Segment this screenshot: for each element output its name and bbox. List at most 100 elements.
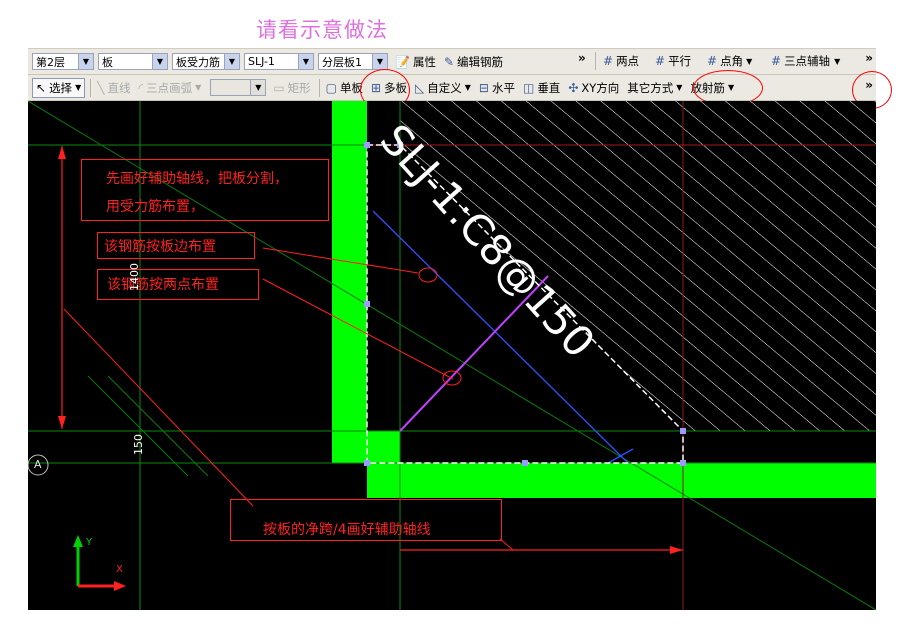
chevron-down-icon[interactable]: ▼ <box>676 83 682 92</box>
line-button[interactable]: ╲ 直线 <box>94 78 133 98</box>
note-line: 用受力筋布置， <box>106 199 204 215</box>
arc-icon: ◜ <box>138 80 144 95</box>
three-point-axis-button[interactable]: # 三点辅轴 ▼ <box>768 51 843 71</box>
line-icon: ╲ <box>97 80 105 95</box>
rebar-name-select-value: SLJ-1 <box>248 55 275 68</box>
caption-title: 请看示意做法 <box>256 18 388 42</box>
toolbar-divider <box>318 78 320 97</box>
custom-label: 自定义 <box>427 80 462 95</box>
edit-rebar-label: 编辑钢筋 <box>457 54 504 69</box>
single-slab-button[interactable]: ▢ 单板 <box>323 78 366 98</box>
single-slab-label: 单板 <box>339 80 363 95</box>
arc-button[interactable]: ◜ 三点画弧 ▼ <box>135 78 204 98</box>
chevron-down-icon[interactable]: ▼ <box>465 83 471 92</box>
vertical-label: 垂直 <box>537 80 561 95</box>
grip-handle[interactable] <box>364 301 370 307</box>
chevron-down-icon[interactable]: ▼ <box>224 54 239 69</box>
chevron-down-icon[interactable]: ▼ <box>372 54 387 69</box>
xy-direction-icon: ✣ <box>568 80 579 95</box>
rebar-name-select[interactable]: SLJ-1 ▼ <box>244 53 314 70</box>
parallel-icon: # <box>655 54 666 68</box>
overflow-button[interactable]: » <box>578 51 586 65</box>
point-angle-button[interactable]: # 点角 ▼ <box>704 51 755 71</box>
layer-select[interactable]: 分层板1 ▼ <box>318 53 388 70</box>
draw-mode-select[interactable]: ▼ <box>210 79 267 96</box>
chevron-down-icon[interactable]: ▼ <box>152 54 167 69</box>
dimension-text-150: 150 <box>132 434 145 455</box>
grid-diagonal <box>107 375 209 477</box>
rebar-type-select[interactable]: 板受力筋 ▼ <box>172 53 240 70</box>
component-select-value: 板 <box>102 55 113 69</box>
floor-select[interactable]: 第2层 ▼ <box>32 53 94 70</box>
horizontal-label: 水平 <box>491 80 515 95</box>
horizontal-button[interactable]: ⊟ 水平 <box>476 78 518 98</box>
arrow-up-icon <box>73 535 83 547</box>
parallel-button[interactable]: # 平行 <box>652 51 694 71</box>
note-text: 按板的净跨/4画好辅助轴线 <box>263 522 431 538</box>
dimension-text-1400: 1400 <box>128 263 141 291</box>
floor-select-value: 第2层 <box>36 55 65 69</box>
chevron-down-icon[interactable]: ▼ <box>78 54 93 69</box>
two-points-label: 两点 <box>616 54 640 68</box>
multi-slab-label: 多板 <box>384 80 408 95</box>
xy-direction-button[interactable]: ✣ XY方向 <box>565 78 622 98</box>
layer-select-value: 分层板1 <box>322 55 362 69</box>
toolbar-drawing: ↖ 选择 ▼ ╲ 直线 ◜ 三点画弧 ▼ ▼ ▭ 矩形 ▢ 单板 ⊞ 多板 ◺ … <box>28 75 876 101</box>
radial-button[interactable]: 放射筋 ▼ <box>687 78 737 98</box>
note-net-span: 按板的净跨/4画好辅助轴线 <box>230 499 502 541</box>
point-angle-label: 点角 <box>720 54 744 68</box>
three-point-axis-label: 三点辅轴 <box>784 54 831 68</box>
horizontal-icon: ⊟ <box>478 80 489 95</box>
attribute-button[interactable]: 📝 属性 <box>392 52 439 72</box>
select-label: 选择 <box>49 80 73 95</box>
grip-handle[interactable] <box>364 142 370 148</box>
chevron-down-icon[interactable]: ▼ <box>834 57 840 66</box>
axis-label-a: A <box>34 458 42 471</box>
overflow-button[interactable]: » <box>865 51 873 65</box>
chevron-down-icon[interactable]: ▼ <box>195 83 201 92</box>
multi-slab-icon: ⊞ <box>370 80 382 95</box>
toolbar-divider <box>595 52 596 70</box>
slab-inner-horizontal <box>400 431 876 463</box>
rebar-type-select-value: 板受力筋 <box>176 55 220 69</box>
overflow-button[interactable]: » <box>865 78 873 92</box>
vertical-button[interactable]: ◫ 垂直 <box>520 78 563 98</box>
chevron-down-icon[interactable]: ▼ <box>298 54 313 69</box>
toolbar-properties: 第2层 ▼ 板 ▼ 板受力筋 ▼ SLJ-1 ▼ 分层板1 ▼ 📝 属性 ✎ 编… <box>28 48 876 75</box>
multi-slab-button[interactable]: ⊞ 多板 <box>368 78 410 98</box>
rect-icon: ▭ <box>273 80 285 95</box>
chevron-down-icon[interactable]: ▼ <box>250 80 266 95</box>
arrow-up-icon <box>58 146 66 159</box>
note-two-points: 该钢筋按两点布置 <box>97 269 259 300</box>
ucs-y-label: Y <box>86 537 93 548</box>
other-way-label: 其它方式 <box>627 80 674 95</box>
toolbar-divider <box>90 78 92 97</box>
custom-button[interactable]: ◺ 自定义 ▼ <box>412 78 474 98</box>
arrow-down-icon <box>58 416 66 429</box>
vertical-icon: ◫ <box>522 80 535 95</box>
rect-button[interactable]: ▭ 矩形 <box>270 78 313 98</box>
component-select[interactable]: 板 ▼ <box>98 53 168 70</box>
attribute-label: 属性 <box>412 54 436 69</box>
grip-handle[interactable] <box>680 428 686 434</box>
two-points-button[interactable]: # 两点 <box>600 51 642 71</box>
single-slab-icon: ▢ <box>325 80 337 95</box>
chevron-down-icon[interactable]: ▼ <box>75 83 81 92</box>
arrow-right-icon <box>670 546 683 554</box>
chevron-down-icon[interactable]: ▼ <box>728 83 734 92</box>
xy-direction-label: XY方向 <box>581 80 620 95</box>
point-angle-icon: # <box>707 54 718 68</box>
drawing-canvas[interactable]: SLJ-1:C8@150 先画好辅助轴线，把板分割， 用受力筋布置， 该钢筋按板… <box>28 101 876 610</box>
grip-handle[interactable] <box>680 460 686 466</box>
edit-rebar-button[interactable]: ✎ 编辑钢筋 <box>441 52 506 72</box>
chevron-down-icon[interactable]: ▼ <box>746 57 752 66</box>
grip-handle[interactable] <box>522 460 528 466</box>
edit-rebar-icon: ✎ <box>443 54 455 69</box>
custom-icon: ◺ <box>415 80 425 95</box>
grip-handle[interactable] <box>364 460 370 466</box>
cursor-icon: ↖ <box>36 80 47 95</box>
select-button[interactable]: ↖ 选择 ▼ <box>32 77 86 98</box>
other-way-button[interactable]: 其它方式 ▼ <box>624 78 685 98</box>
rect-label: 矩形 <box>287 80 311 95</box>
ucs-x-label: X <box>116 564 123 575</box>
